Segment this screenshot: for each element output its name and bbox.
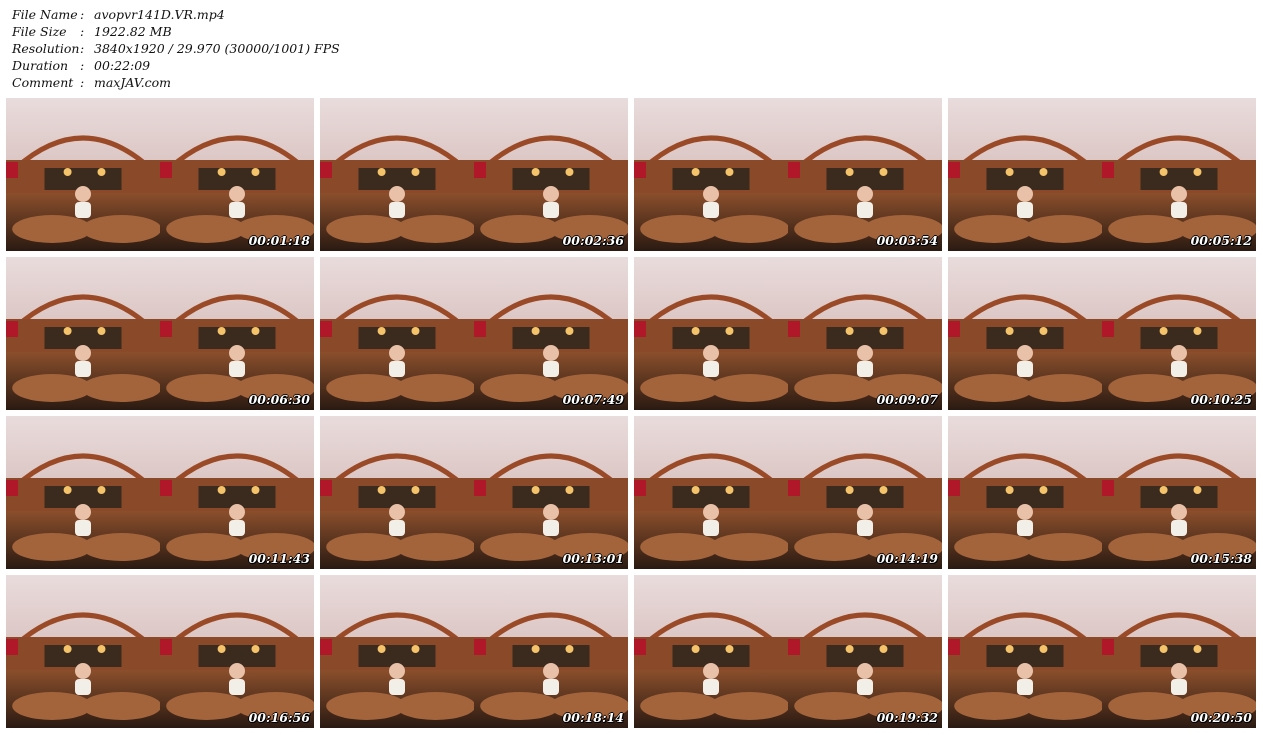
- comment-value: maxJAV.com: [94, 75, 171, 90]
- file-size-row: File Size : 1922.82 MB: [12, 23, 340, 40]
- thumbnail-frame-image: [320, 257, 628, 410]
- thumbnail-timestamp: 00:02:36: [562, 233, 624, 248]
- video-thumbnail: 00:16:56: [6, 575, 314, 728]
- separator: :: [80, 58, 85, 73]
- thumbnail-timestamp: 00:20:50: [1190, 710, 1252, 725]
- thumbnail-timestamp: 00:11:43: [248, 551, 310, 566]
- thumbnail-timestamp: 00:09:07: [876, 392, 938, 407]
- thumbnail-timestamp: 00:05:12: [1190, 233, 1252, 248]
- file-size-value: 1922.82 MB: [94, 24, 172, 39]
- thumbnail-timestamp: 00:03:54: [876, 233, 938, 248]
- video-thumbnail: 00:13:01: [320, 416, 628, 569]
- thumbnail-frame-image: [320, 98, 628, 251]
- video-thumbnail: 00:15:38: [948, 416, 1256, 569]
- video-thumbnail: 00:02:36: [320, 98, 628, 251]
- duration-value: 00:22:09: [94, 58, 151, 73]
- thumbnail-frame-image: [6, 98, 314, 251]
- comment-row: Comment : maxJAV.com: [12, 74, 340, 91]
- thumbnail-frame-image: [634, 98, 942, 251]
- thumbnail-timestamp: 00:14:19: [876, 551, 938, 566]
- thumbnail-frame-image: [948, 575, 1256, 728]
- comment-label: Comment: [12, 75, 74, 90]
- video-thumbnail: 00:14:19: [634, 416, 942, 569]
- video-thumbnail: 00:18:14: [320, 575, 628, 728]
- separator: :: [80, 41, 85, 56]
- video-thumbnail: 00:01:18: [6, 98, 314, 251]
- thumbnail-frame-image: [6, 257, 314, 410]
- video-thumbnail: 00:07:49: [320, 257, 628, 410]
- thumbnail-frame-image: [634, 416, 942, 569]
- thumbnail-frame-image: [6, 575, 314, 728]
- video-thumbnail: 00:09:07: [634, 257, 942, 410]
- separator: :: [80, 7, 85, 22]
- separator: :: [80, 75, 85, 90]
- duration-label: Duration: [12, 58, 69, 73]
- file-size-label: File Size: [12, 24, 67, 39]
- video-thumbnail: 00:05:12: [948, 98, 1256, 251]
- thumbnail-frame-image: [320, 575, 628, 728]
- thumbnail-timestamp: 00:16:56: [248, 710, 310, 725]
- thumbnail-timestamp: 00:13:01: [562, 551, 624, 566]
- resolution-row: Resolution : 3840x1920 / 29.970 (30000/1…: [12, 40, 340, 57]
- thumbnail-frame-image: [320, 416, 628, 569]
- thumbnail-timestamp: 00:07:49: [562, 392, 624, 407]
- thumbnail-timestamp: 00:10:25: [1190, 392, 1252, 407]
- resolution-value: 3840x1920 / 29.970 (30000/1001) FPS: [94, 41, 340, 56]
- duration-row: Duration : 00:22:09: [12, 57, 340, 74]
- file-name-row: File Name : avopvr141D.VR.mp4: [12, 6, 340, 23]
- thumbnail-timestamp: 00:19:32: [876, 710, 938, 725]
- resolution-label: Resolution: [12, 41, 80, 56]
- thumbnail-frame-image: [948, 257, 1256, 410]
- thumbnail-frame-image: [634, 575, 942, 728]
- video-thumbnail: 00:20:50: [948, 575, 1256, 728]
- thumbnail-frame-image: [948, 98, 1256, 251]
- thumbnail-timestamp: 00:06:30: [248, 392, 310, 407]
- file-info-panel: File Name : avopvr141D.VR.mp4 File Size …: [12, 6, 340, 91]
- video-thumbnail: 00:10:25: [948, 257, 1256, 410]
- thumbnail-timestamp: 00:18:14: [562, 710, 624, 725]
- thumbnail-timestamp: 00:01:18: [248, 233, 310, 248]
- file-name-value: avopvr141D.VR.mp4: [94, 7, 225, 22]
- video-thumbnail: 00:19:32: [634, 575, 942, 728]
- separator: :: [80, 24, 85, 39]
- thumbnail-frame-image: [6, 416, 314, 569]
- thumbnail-grid: 00:01:18 00:02:36 00:03:54 00:05:12 00:06:30…: [6, 98, 1257, 730]
- thumbnail-frame-image: [634, 257, 942, 410]
- thumbnail-frame-image: [948, 416, 1256, 569]
- video-thumbnail: 00:11:43: [6, 416, 314, 569]
- thumbnail-timestamp: 00:15:38: [1190, 551, 1252, 566]
- video-thumbnail: 00:06:30: [6, 257, 314, 410]
- file-name-label: File Name: [12, 7, 78, 22]
- video-thumbnail: 00:03:54: [634, 98, 942, 251]
